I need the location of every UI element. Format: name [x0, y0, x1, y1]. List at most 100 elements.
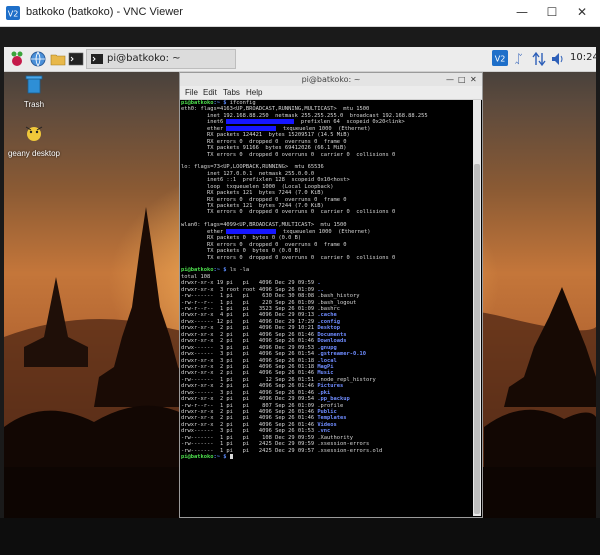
ls-entry-meta: drwx------ 12 pi pi 4096 Dec 29 17:29 [181, 318, 318, 325]
output-text: inet 127.0.0.1 netmask 255.0.0.0 [181, 170, 315, 177]
close-button[interactable]: ✕ [567, 3, 597, 21]
command-text: ls -la [226, 267, 250, 274]
vnc-titlebar: V2 batkoko (batkoko) - VNC Viewer — ☐ ✕ [0, 0, 600, 27]
terminal-scrollbar-thumb[interactable] [474, 164, 480, 514]
bluetooth-icon[interactable]: ᛢ [515, 51, 522, 67]
ls-dir-name: Music [317, 370, 334, 377]
geany-icon [25, 126, 43, 141]
ls-entry-meta: drwxr-xr-x 3 root root 4096 Sep 26 01:09 [181, 286, 318, 293]
terminal-window[interactable]: pi@batkoko: ~ — □ ✕ File Edit Tabs Help … [179, 72, 483, 518]
svg-text:V2: V2 [495, 55, 506, 64]
terminal-maximize-button[interactable]: □ [458, 73, 466, 86]
minimize-button[interactable]: — [507, 3, 537, 21]
prompt-user: pi@batkoko [181, 454, 214, 461]
terminal-task-icon [91, 54, 103, 64]
output-text: txqueuelen 1000 (Ethernet) [276, 125, 371, 132]
volume-icon[interactable] [551, 51, 565, 67]
output-text: loop txqueuelen 1000 (Local Loopback) [181, 183, 334, 190]
output-text: RX packets 0 bytes 0 (0.0 B) [181, 235, 302, 242]
terminal-close-button[interactable]: ✕ [470, 73, 477, 86]
network-icon[interactable] [532, 51, 546, 67]
web-browser-icon[interactable] [30, 51, 46, 67]
ls-file-name: .profile [317, 402, 344, 409]
menu-file[interactable]: File [185, 88, 198, 97]
desktop-icon-label: geany desktop [7, 149, 61, 158]
ls-dir-name: Documents [317, 331, 347, 338]
ls-entry-meta: drwxr-xr-x 3 pi pi 4096 Sep 26 01:18 [181, 357, 318, 364]
ls-dir-name: Public [317, 409, 337, 415]
taskbar-terminal-task[interactable]: pi@batkoko: ~ [86, 49, 236, 69]
terminal-minimize-button[interactable]: — [446, 73, 454, 86]
output-text: TX packets 0 bytes 0 (0.0 B) [181, 248, 302, 255]
vnc-server-icon[interactable]: V2 [491, 50, 509, 66]
output-text: total 108 [181, 273, 211, 280]
terminal-output[interactable]: pi@batkoko:~ $ ifconfig eth0: flags=4163<… [181, 100, 471, 516]
terminal-launcher-icon[interactable] [68, 51, 84, 67]
desktop-icon-geany[interactable]: geany desktop [4, 123, 64, 158]
taskbar-task-label: pi@batkoko: ~ [107, 53, 181, 64]
ls-dir-name: Desktop [317, 325, 341, 332]
maximize-button[interactable]: ☐ [537, 3, 567, 21]
output-text: TX errors 0 dropped 0 overruns 0 carrier… [181, 254, 396, 261]
output-text: RX errors 0 dropped 0 overruns 0 frame 0 [181, 138, 347, 145]
raspberry-menu-icon[interactable] [10, 51, 24, 67]
ls-entry-meta: drwxr-xr-x 2 pi pi 4096 Sep 26 01:46 [181, 370, 318, 377]
svg-text:V2: V2 [8, 10, 19, 19]
ls-entry-meta: -rw-r--r-- 1 pi pi 807 Sep 26 01:09 [181, 402, 318, 409]
output-text: ether [181, 228, 227, 235]
ls-entry-meta: drwxr-xr-x 2 pi pi 4096 Sep 26 01:46 [181, 415, 318, 422]
ls-dir-name: Templates [317, 415, 347, 422]
taskbar-clock: 10:24 [570, 52, 599, 63]
ls-dir-name: .config [317, 318, 341, 325]
ls-dir-name: Videos [317, 421, 337, 428]
trash-icon [25, 75, 43, 94]
ls-file-name: .bash_history [317, 293, 360, 300]
ls-entry-meta: -rw------- 1 pi pi 2425 Dec 29 09:59 [181, 441, 318, 448]
output-text: TX errors 0 dropped 0 overruns 0 carrier… [181, 151, 396, 158]
file-manager-icon[interactable] [50, 51, 66, 67]
ls-dir-name: .pki [317, 389, 331, 396]
ls-file-name: .node_repl_history [317, 376, 376, 383]
ls-entry-meta: drwxr-xr-x 2 pi pi 4096 Sep 26 01:46 [181, 383, 318, 390]
terminal-line: pi@batkoko:~ $ [181, 454, 471, 460]
ls-entry-meta: drwxr-xr-x 2 pi pi 4096 Sep 26 01:18 [181, 363, 318, 370]
output-text: RX errors 0 dropped 0 overruns 0 frame 0 [181, 241, 347, 248]
terminal-titlebar: pi@batkoko: ~ — □ ✕ [180, 73, 482, 86]
menu-tabs[interactable]: Tabs [223, 88, 240, 97]
ls-entry-meta: drwxr-xr-x 2 pi pi 4096 Sep 26 01:46 [181, 409, 318, 415]
ls-entry-meta: drwx------ 3 pi pi 4096 Sep 26 01:54 [181, 351, 318, 358]
prompt-dir: :~ $ [213, 454, 227, 461]
output-text: txqueuelen 1000 (Ethernet) [276, 228, 371, 235]
ls-entry-meta: drwxr-xr-x 2 pi pi 4096 Sep 26 01:46 [181, 331, 318, 338]
ls-entry-meta: -rw------- 1 pi pi 12 Sep 26 01:51 [181, 376, 318, 383]
redacted-address [226, 125, 277, 131]
ls-dir-name: Downloads [317, 338, 347, 345]
output-text: TX packets 91166 bytes 69412026 (66.1 Mi… [181, 145, 347, 152]
ls-entry-meta: drwx------ 3 pi pi 4096 Sep 26 01:46 [181, 389, 318, 396]
terminal-title: pi@batkoko: ~ [301, 75, 361, 84]
ls-dir-name: .. [317, 286, 324, 293]
ls-entry-meta: -rw-r--r-- 1 pi pi 220 Sep 26 01:09 [181, 299, 318, 306]
redacted-address [226, 228, 277, 234]
terminal-menubar: File Edit Tabs Help [180, 86, 482, 100]
redacted-address [226, 119, 295, 125]
ls-dir-name: .cache [317, 312, 337, 319]
prompt-user: pi@batkoko [181, 100, 214, 106]
output-text: TX packets 121 bytes 7244 (7.0 KiB) [181, 203, 324, 209]
prompt-dir: :~ $ [213, 100, 227, 106]
output-text: lo: flags=73<UP,LOOPBACK,RUNNING> mtu 65… [181, 164, 324, 171]
ls-entry-meta: drwxr-xr-x 2 pi pi 4096 Dec 29 10:21 [181, 325, 318, 332]
output-text: prefixlen 64 scopeid 0x20<link> [294, 119, 405, 126]
pi-taskbar: pi@batkoko: ~ V2 ᛢ 10:24 [4, 47, 599, 72]
ls-file-name: .Xauthority [317, 434, 354, 441]
terminal-cursor [229, 454, 233, 460]
ls-entry-meta: -rw------- 1 pi pi 108 Dec 29 09:59 [181, 434, 318, 441]
output-text: RX packets 124421 bytes 15209517 (14.5 M… [181, 132, 350, 139]
ls-file-name: .bashrc [317, 306, 341, 312]
ls-entry-meta: drwxr-xr-x 2 pi pi 4096 Sep 26 01:46 [181, 421, 318, 428]
desktop-icon-trash[interactable]: Trash [4, 74, 64, 109]
terminal-scrollbar[interactable] [473, 100, 481, 516]
menu-edit[interactable]: Edit [203, 88, 217, 97]
menu-help[interactable]: Help [246, 88, 262, 97]
prompt-dir: :~ $ [213, 267, 227, 274]
